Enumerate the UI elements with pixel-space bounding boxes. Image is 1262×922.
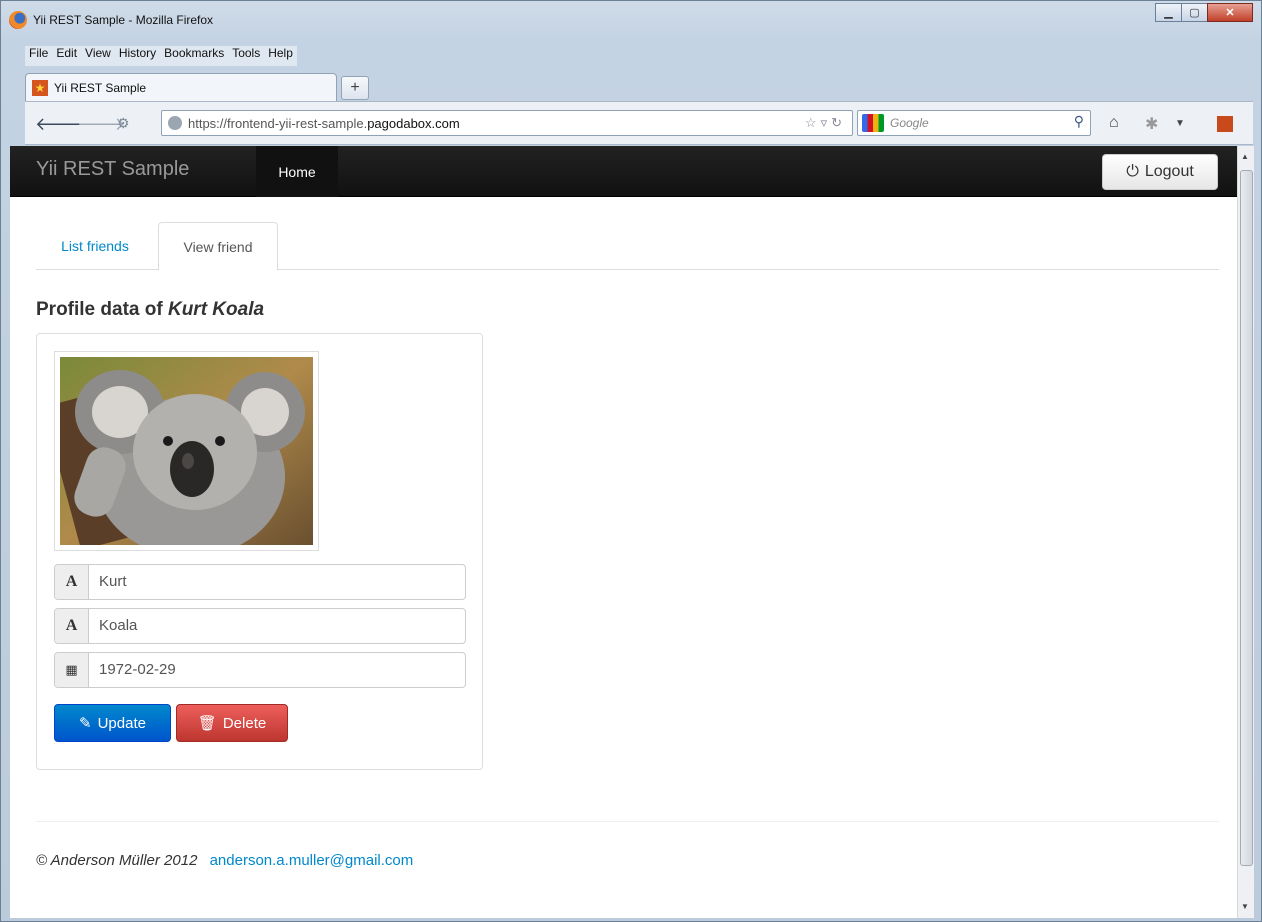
scroll-down-arrow-icon[interactable]: ▼ [1241,902,1249,911]
browser-window: Yii REST Sample - Mozilla Firefox ▁ ▢ ✕ … [0,0,1262,922]
window-titlebar: Yii REST Sample - Mozilla Firefox ▁ ▢ ✕ [1,1,1261,41]
close-button[interactable]: ✕ [1207,3,1253,22]
browser-tab-bar: ★ Yii REST Sample + [25,73,369,101]
logout-button[interactable]: ⏻ Logout [1102,154,1218,190]
delete-label: Delete [222,714,267,732]
browser-toolbar: 🡐 🡒 ⚙ https://frontend-yii-rest-sample. p… [25,101,1253,145]
home-icon[interactable]: ⌂ [1109,114,1119,132]
last-name-field[interactable]: A Koala [54,608,466,644]
font-icon: A [55,565,89,599]
url-domain: pagodabox.com [367,115,460,131]
page-tabs: List friends View friend [36,222,1219,271]
trash-icon: 🗑 [197,715,217,732]
nav-home-link[interactable]: Home [256,146,338,197]
menu-bar: File Edit View History Bookmarks Tools H… [25,46,297,66]
pencil-icon: ✎ [79,715,92,732]
calendar-icon: ▦ [55,653,89,687]
globe-icon [168,116,182,130]
new-tab-button[interactable]: + [341,76,369,100]
addons-icon[interactable]: ⚙ [117,115,130,132]
logout-label: Logout [1144,163,1194,180]
addon-badge-icon[interactable] [1217,116,1233,132]
update-button[interactable]: ✎ Update [54,704,171,742]
extension-icon[interactable]: ✱ [1145,114,1158,134]
tab-view-friend[interactable]: View friend [158,222,278,271]
profile-card: A Kurt A Koala ▦ 1972-02-29 ✎ Update 🗑 D… [36,333,483,770]
menu-help[interactable]: Help [268,46,293,66]
footer-divider [36,821,1219,822]
menu-view[interactable]: View [85,46,111,66]
site-brand[interactable]: Yii REST Sample [36,158,189,181]
browser-tab-title: Yii REST Sample [54,80,147,95]
menu-history[interactable]: History [119,46,156,66]
author-email-link[interactable]: anderson.a.muller@gmail.com [210,852,414,869]
page-footer: © Anderson Müller 2012 anderson.a.muller… [36,852,413,869]
title-prefix: Profile data of [36,299,168,320]
maximize-button[interactable]: ▢ [1181,3,1208,22]
chevron-down-icon[interactable]: ▼ [1175,118,1185,129]
window-title: Yii REST Sample - Mozilla Firefox [33,13,214,27]
google-logo-icon [862,114,884,132]
page-title: Profile data of Kurt Koala [36,299,264,321]
page-viewport: Yii REST Sample Home ⏻ Logout List frien… [10,146,1237,918]
menu-tools[interactable]: Tools [232,46,260,66]
friend-name: Kurt Koala [167,299,265,320]
window-caption-buttons: ▁ ▢ ✕ [1155,3,1253,22]
menu-bookmarks[interactable]: Bookmarks [164,46,224,66]
font-icon: A [55,609,89,643]
search-placeholder: Google [890,116,929,130]
update-label: Update [97,714,146,732]
url-prefix: https://frontend-yii-rest-sample. [188,115,368,131]
scroll-thumb[interactable] [1240,170,1253,866]
delete-button[interactable]: 🗑 Delete [176,704,288,742]
address-bar[interactable]: https://frontend-yii-rest-sample. pagodab… [161,110,853,136]
menu-file[interactable]: File [29,46,48,66]
tab-list-friends[interactable]: List friends [36,222,154,270]
search-icon[interactable]: ⚲ [1074,113,1084,130]
last-name-value: Koala [99,617,138,634]
minimize-button[interactable]: ▁ [1155,3,1182,22]
friend-photo [54,351,319,551]
search-box[interactable]: Google ⚲ [857,110,1091,136]
browser-tab[interactable]: ★ Yii REST Sample [25,73,337,101]
koala-image [60,357,313,545]
power-icon: ⏻ [1126,163,1139,180]
site-navbar: Yii REST Sample Home ⏻ Logout [10,146,1237,197]
birthdate-value: 1972-02-29 [99,661,176,678]
bookmark-star-icon[interactable]: ☆▿↻ [805,115,846,131]
site-favicon-icon: ★ [32,79,48,96]
scroll-up-arrow-icon[interactable]: ▲ [1241,152,1249,161]
birthdate-field[interactable]: ▦ 1972-02-29 [54,652,466,688]
firefox-logo-icon [9,11,27,29]
copyright-text: © Anderson Müller 2012 [36,852,198,869]
menu-edit[interactable]: Edit [56,46,77,66]
vertical-scrollbar[interactable]: ▲ ▼ [1237,146,1254,918]
first-name-field[interactable]: A Kurt [54,564,466,600]
first-name-value: Kurt [99,573,127,590]
